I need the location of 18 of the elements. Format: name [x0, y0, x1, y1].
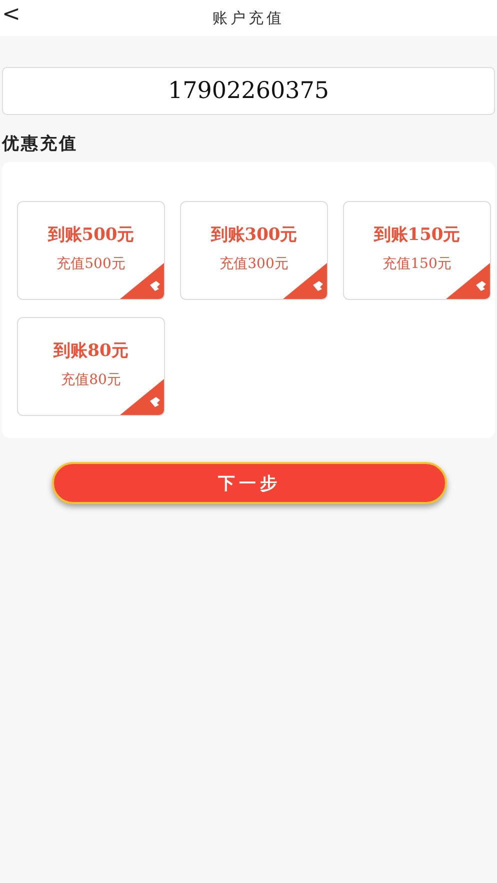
package-card[interactable]: 到账500元 充值500元: [17, 201, 165, 300]
recharge-price: 充值300元: [220, 255, 288, 273]
credit-amount: 到账80元: [54, 340, 128, 362]
corner-tag-icon: [120, 379, 164, 415]
credit-amount: 到账500元: [48, 224, 134, 246]
account-field[interactable]: 17902260375: [2, 67, 495, 115]
package-card[interactable]: 到账300元 充值300元: [180, 201, 328, 300]
recharge-price: 充值80元: [61, 371, 121, 389]
recharge-price: 充值150元: [382, 255, 452, 273]
next-button[interactable]: 下一步: [52, 462, 447, 504]
package-card[interactable]: 到账80元 充值80元: [17, 317, 165, 416]
back-button[interactable]: <: [2, 2, 20, 27]
credit-amount: 到账300元: [210, 224, 298, 246]
package-card[interactable]: 到账150元 充值150元: [343, 201, 491, 300]
page-title: 账户充值: [212, 8, 284, 28]
credit-amount: 到账150元: [374, 224, 460, 246]
section-title: 优惠充值: [2, 133, 79, 154]
recharge-price: 充值500元: [56, 255, 126, 273]
